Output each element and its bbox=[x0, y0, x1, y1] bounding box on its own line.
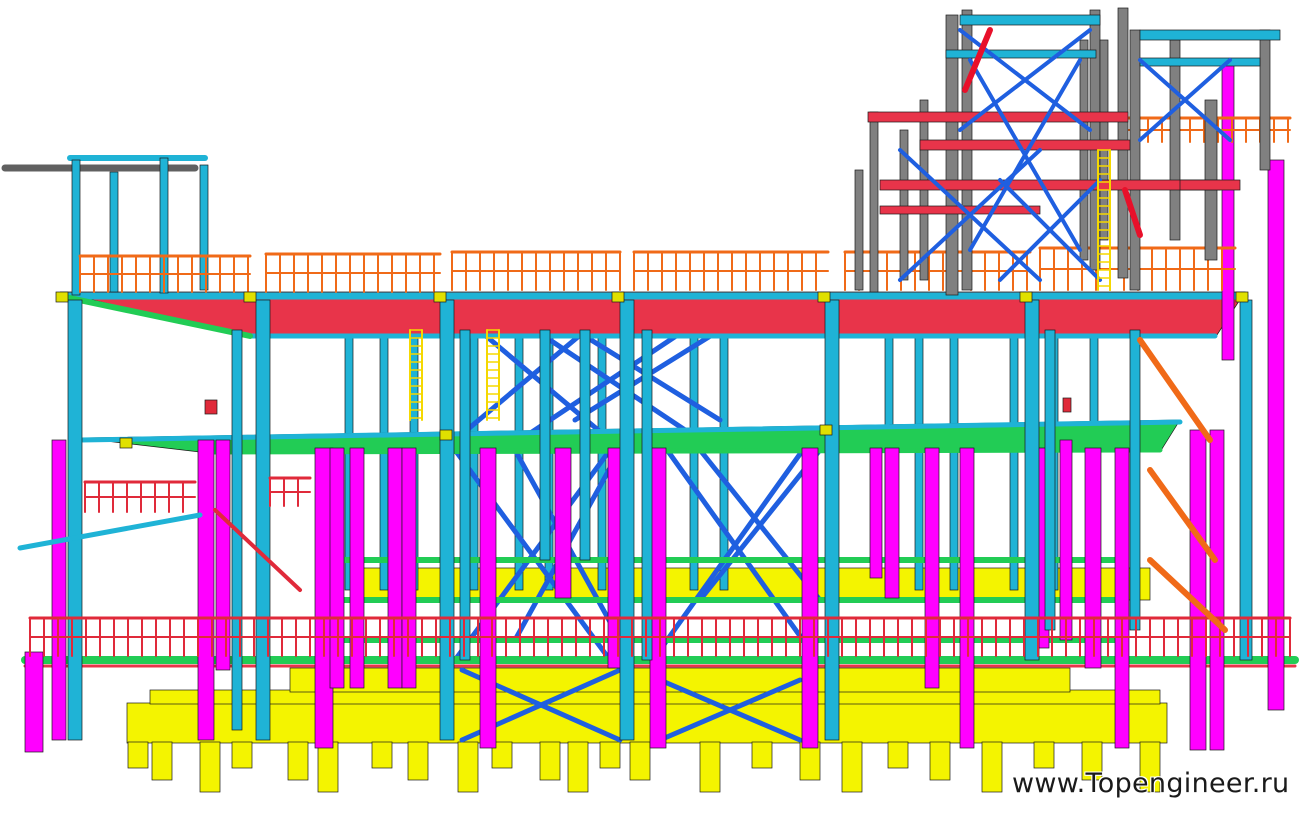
column-primary bbox=[197, 439, 215, 741]
tower-column bbox=[869, 111, 879, 293]
foundation-pier bbox=[841, 741, 863, 793]
foundation-pier bbox=[751, 741, 773, 769]
joint-plate bbox=[819, 424, 833, 436]
column-steel bbox=[71, 159, 81, 296]
joint-plate bbox=[611, 291, 625, 303]
column-primary bbox=[1209, 429, 1225, 751]
column-steel bbox=[459, 329, 471, 661]
foundation-pier bbox=[981, 741, 1003, 793]
foundation-pier bbox=[457, 741, 479, 793]
tower-beam bbox=[1139, 29, 1281, 41]
column-steel bbox=[255, 299, 271, 741]
column-primary bbox=[1189, 429, 1207, 751]
tower-beam bbox=[919, 139, 1131, 151]
column-primary bbox=[1114, 447, 1130, 749]
joint-plate bbox=[433, 291, 447, 303]
column-steel bbox=[439, 299, 455, 741]
column-primary bbox=[1221, 59, 1235, 361]
tower-column bbox=[854, 169, 864, 291]
column-primary bbox=[884, 447, 900, 599]
column-primary bbox=[554, 447, 572, 599]
column-primary bbox=[869, 447, 883, 579]
joint-plate bbox=[119, 437, 133, 449]
stair-stringer bbox=[17, 512, 203, 551]
steel-structure-3d-model bbox=[1, 7, 1299, 793]
foundation-pier bbox=[629, 741, 651, 781]
column-primary bbox=[801, 447, 819, 749]
tower-beam bbox=[959, 14, 1101, 26]
column-steel bbox=[1239, 299, 1253, 661]
foundation-pier bbox=[539, 741, 561, 781]
foundation-pier bbox=[599, 741, 621, 769]
column-steel bbox=[641, 329, 653, 661]
column-primary bbox=[959, 447, 975, 749]
tower-column bbox=[1129, 29, 1141, 291]
column-primary bbox=[479, 447, 497, 749]
joint-plate bbox=[817, 291, 831, 303]
joint-plate bbox=[1019, 291, 1033, 303]
foundation-pier bbox=[371, 741, 393, 769]
joint-plate bbox=[439, 429, 453, 441]
foundation-pier bbox=[929, 741, 951, 781]
foundation-pier bbox=[127, 741, 149, 769]
foundation-pier bbox=[887, 741, 909, 769]
joint-plate bbox=[55, 291, 69, 303]
column-steel bbox=[1044, 329, 1056, 631]
column-primary bbox=[924, 447, 940, 689]
tower-beam bbox=[867, 111, 1129, 123]
tower-column bbox=[1259, 29, 1271, 171]
column-steel bbox=[1024, 299, 1040, 661]
foundation-pier bbox=[699, 741, 721, 793]
column-steel bbox=[619, 299, 635, 741]
panel-box bbox=[204, 399, 218, 415]
column-primary bbox=[51, 439, 67, 741]
column-steel bbox=[824, 299, 840, 741]
panel-box bbox=[1062, 397, 1072, 413]
tower-beam bbox=[945, 49, 1097, 59]
joint-plate bbox=[1235, 291, 1249, 303]
foundation-pier bbox=[567, 741, 589, 793]
tower-column bbox=[1169, 39, 1181, 241]
column-primary bbox=[24, 651, 44, 753]
foundation-pier bbox=[407, 741, 429, 781]
column-steel bbox=[539, 329, 551, 561]
foundation-pier bbox=[199, 741, 221, 793]
joint-plate bbox=[243, 291, 257, 303]
tower-beam bbox=[1179, 179, 1241, 191]
foundation-pier bbox=[231, 741, 253, 769]
column-primary bbox=[1059, 439, 1073, 641]
foundation-beam bbox=[126, 702, 1168, 744]
tower-beam bbox=[1139, 57, 1261, 67]
foundation-pier bbox=[1033, 741, 1055, 769]
column-primary bbox=[649, 447, 667, 749]
column-steel bbox=[1129, 329, 1141, 631]
foundation-pier bbox=[151, 741, 173, 781]
column-primary bbox=[215, 439, 231, 671]
column-steel bbox=[579, 329, 591, 561]
watermark-text: www.Topengineer.ru bbox=[1012, 768, 1290, 799]
foundation-pier bbox=[287, 741, 309, 781]
foundation-pier bbox=[317, 741, 339, 793]
column-steel bbox=[67, 299, 83, 741]
